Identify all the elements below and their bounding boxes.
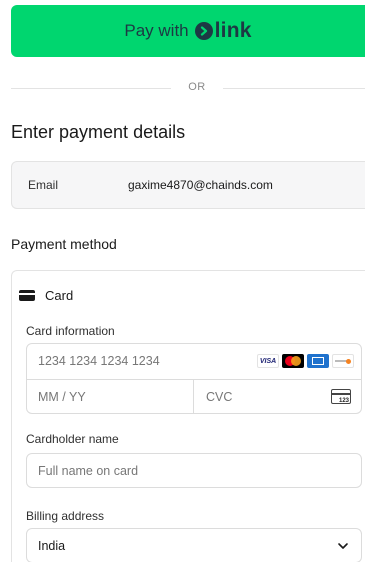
country-value: India <box>38 539 66 553</box>
card-col-divider <box>193 379 194 413</box>
or-label: OR <box>188 81 206 93</box>
card-number-input[interactable]: 1234 1234 1234 1234 <box>38 354 160 368</box>
card-brands: VISA <box>257 354 354 368</box>
cvc-input[interactable]: CVC <box>206 390 232 404</box>
card-option-label: Card <box>45 288 74 303</box>
visa-icon: VISA <box>257 354 279 368</box>
country-select[interactable]: India <box>26 528 362 562</box>
cvc-card-icon: 123 <box>331 389 351 404</box>
link-arrow-icon <box>194 22 213 40</box>
billing-address-label: Billing address <box>26 509 105 523</box>
email-value: gaxime4870@chainds.com <box>128 178 273 192</box>
mastercard-icon <box>282 354 304 368</box>
card-information-label: Card information <box>26 324 115 338</box>
divider-line-left <box>11 88 171 89</box>
divider-line-right <box>223 88 365 89</box>
section-title: Enter payment details <box>11 122 186 142</box>
or-divider: OR <box>11 81 365 95</box>
email-row[interactable]: Email gaxime4870@chainds.com <box>11 161 365 209</box>
card-row-divider <box>27 379 361 380</box>
email-label: Email <box>28 178 59 192</box>
payment-method-title: Payment method <box>11 236 117 252</box>
pay-with-link-button[interactable]: Pay with link <box>11 5 365 57</box>
pay-with-label: Pay with <box>124 21 189 40</box>
checkout-page: Pay with link OR Enter payment details E… <box>0 0 365 562</box>
cvc-icon-digits: 123 <box>338 398 349 404</box>
cardholder-name-label: Cardholder name <box>26 432 119 446</box>
chevron-down-icon <box>338 543 348 549</box>
amex-icon <box>307 354 329 368</box>
cardholder-name-placeholder: Full name on card <box>38 464 139 478</box>
discover-icon <box>332 354 354 368</box>
card-payment-option[interactable]: Card <box>19 288 73 303</box>
link-wordmark: link <box>214 19 252 42</box>
cardholder-name-input[interactable]: Full name on card <box>26 453 362 488</box>
card-information-group: 1234 1234 1234 1234 VISA MM / YY CVC 123 <box>26 343 362 414</box>
expiry-input[interactable]: MM / YY <box>38 390 86 404</box>
credit-card-icon <box>19 290 35 301</box>
link-logo: link <box>194 19 252 43</box>
